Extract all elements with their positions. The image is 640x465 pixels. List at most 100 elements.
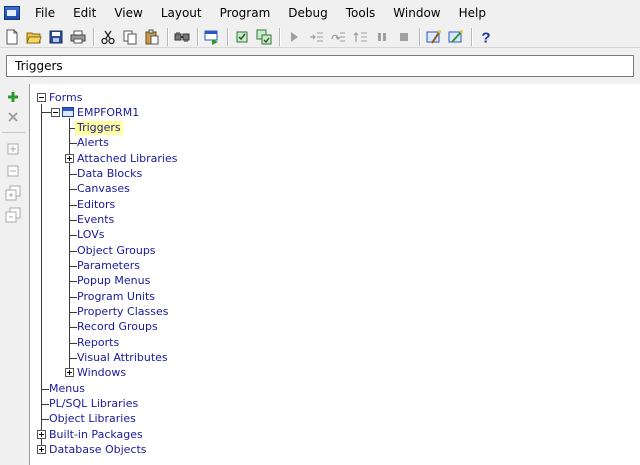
tree-node-property-classes[interactable]: Property Classes [77,305,168,319]
tree-connector [69,143,77,144]
toolbar-separator [93,27,94,46]
create-button[interactable] [4,88,22,106]
tree-node-editors[interactable]: Editors [77,198,115,212]
tree-node-reports[interactable]: Reports [77,336,119,350]
tree-node-empform1[interactable]: EMPFORM1 [77,106,139,120]
run-form-icon [204,30,218,45]
tree-node-parameters[interactable]: Parameters [77,259,140,273]
tree-node-forms[interactable]: Forms [49,91,82,105]
collapse-icon [7,165,19,177]
pause-icon [378,32,386,41]
debug-wizard-button[interactable] [446,27,466,47]
tree-node-lovs[interactable]: LOVs [77,228,104,242]
menu-edit[interactable]: Edit [64,0,105,26]
tree-node-plsql-libraries[interactable]: PL/SQL Libraries [49,397,138,411]
tree-node-visual-attributes[interactable]: Visual Attributes [77,351,168,365]
tree-node-triggers[interactable]: Triggers [75,121,123,135]
object-context-field[interactable]: Triggers [6,55,634,77]
save-button[interactable] [46,27,66,47]
run-form-button[interactable] [202,27,222,47]
go-icon [291,31,298,42]
new-button[interactable] [2,27,22,47]
toolbar-separator [279,27,280,46]
tree-node-database-objects[interactable]: Database Objects [49,443,147,457]
attached-libraries-expander[interactable] [65,154,74,163]
forms-expander[interactable] [37,93,46,102]
delete-button[interactable] [4,108,22,126]
empform1-expander[interactable] [51,108,60,117]
tree-node-built-in-packages[interactable]: Built-in Packages [49,428,143,442]
copy-icon [123,30,137,44]
toolbar-separator [419,27,420,46]
expand-all-icon [5,185,21,201]
paste-button[interactable] [142,27,162,47]
svg-text:?: ? [481,29,490,45]
tree-connector [69,358,77,359]
tree-connector [69,220,77,221]
tree-node-record-groups[interactable]: Record Groups [77,320,158,334]
tree-node-alerts[interactable]: Alerts [77,136,109,150]
plus-icon [8,92,18,102]
step-into-button[interactable] [306,27,326,47]
expand-button[interactable] [4,140,22,158]
tree-connector [69,189,77,190]
menu-help[interactable]: Help [450,0,495,26]
collapse-button[interactable] [4,162,22,180]
compile-button[interactable] [232,27,252,47]
pause-button[interactable] [372,27,392,47]
tree-node-program-units[interactable]: Program Units [77,290,155,304]
connect-button[interactable] [172,27,192,47]
help-button[interactable]: ? [476,27,496,47]
compile-all-button[interactable] [254,27,274,47]
stop-button[interactable] [394,27,414,47]
save-icon [49,30,63,43]
menu-tools[interactable]: Tools [337,0,385,26]
expand-icon [7,143,19,155]
compile-icon [236,31,248,42]
toolbar-separator [167,27,168,46]
tree-connector [69,266,77,267]
tree-node-attached-libraries[interactable]: Attached Libraries [77,152,177,166]
tree-node-object-groups[interactable]: Object Groups [77,244,156,258]
menu-program[interactable]: Program [211,0,280,26]
collapse-all-button[interactable] [4,206,22,224]
object-navigator-tree: Forms EMPFORM1 Triggers Alerts Attached … [31,84,640,465]
tree-node-events[interactable]: Events [77,213,114,227]
copy-button[interactable] [120,27,140,47]
expand-all-button[interactable] [4,184,22,202]
menu-view[interactable]: View [105,0,151,26]
form-module-icon [62,107,74,117]
wizard-button[interactable] [424,27,444,47]
tree-node-canvases[interactable]: Canvases [77,182,130,196]
tree-connector [41,389,49,390]
go-button[interactable] [284,27,304,47]
cut-button[interactable] [98,27,118,47]
tree-node-windows[interactable]: Windows [77,366,126,380]
app-icon[interactable] [4,6,20,20]
tree-node-data-blocks[interactable]: Data Blocks [77,167,142,181]
collapse-all-icon [5,207,21,223]
tree-node-popup-menus[interactable]: Popup Menus [77,274,150,288]
menu-window[interactable]: Window [384,0,449,26]
menu-layout[interactable]: Layout [152,0,211,26]
step-out-button[interactable] [350,27,370,47]
open-button[interactable] [24,27,44,47]
step-over-button[interactable] [328,27,348,47]
database-objects-expander[interactable] [37,445,46,454]
print-button[interactable] [68,27,88,47]
menu-debug[interactable]: Debug [279,0,336,26]
tree-connector [69,205,77,206]
tree-node-menus[interactable]: Menus [49,382,85,396]
tree-connector [69,327,77,328]
connect-icon [174,31,190,42]
open-icon [26,32,42,43]
step-over-icon [331,32,345,41]
tree-connector [69,235,77,236]
windows-expander[interactable] [65,368,74,377]
cut-icon [101,30,115,44]
menu-file[interactable]: File [26,0,64,26]
paste-icon [145,29,159,44]
built-in-packages-expander[interactable] [37,430,46,439]
toolbar-separator [471,27,472,46]
tree-node-object-libraries[interactable]: Object Libraries [49,412,136,426]
